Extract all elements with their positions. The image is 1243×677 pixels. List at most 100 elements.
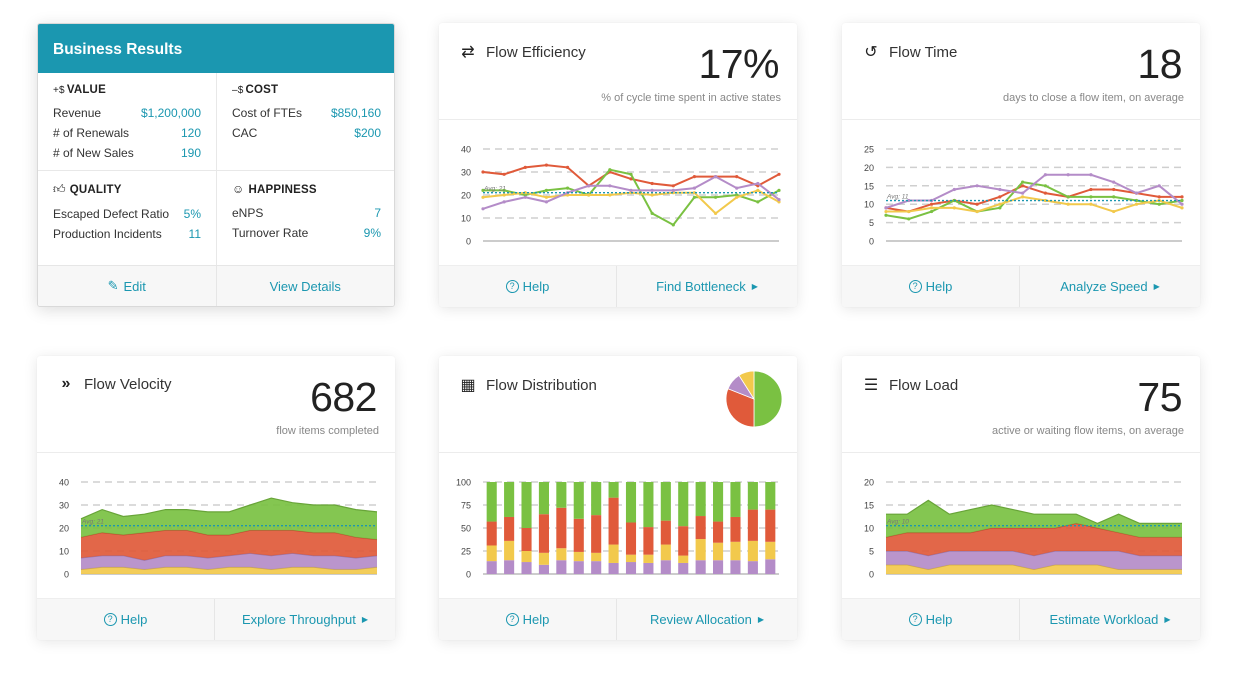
- y-tick-label: 0: [869, 570, 874, 580]
- card-title: Flow Time: [889, 43, 958, 61]
- cost-section: –$ COST Cost of FTEs $850,160 CAC $200: [217, 73, 394, 171]
- average-label: Avg: 21: [81, 519, 104, 526]
- data-point: [692, 186, 697, 190]
- data-point: [1089, 187, 1093, 192]
- data-point: [671, 223, 675, 227]
- y-tick-label: 15: [864, 181, 874, 191]
- y-tick-label: 20: [59, 524, 69, 534]
- bar-segment-green: [591, 482, 602, 516]
- bar-segment-purple: [625, 562, 637, 574]
- row-value: $850,160: [330, 106, 381, 120]
- metric-value: 17%: [698, 41, 779, 87]
- data-point: [998, 195, 1002, 199]
- bar-segment-yellow: [643, 554, 654, 563]
- bar-segment-red: [486, 521, 497, 546]
- data-point: [929, 202, 934, 206]
- y-tick-label: 30: [59, 501, 69, 511]
- help-button[interactable]: ? Help: [842, 266, 1020, 307]
- pie-slice-green: [753, 370, 783, 428]
- metric-value: 682: [310, 374, 377, 420]
- help-button[interactable]: ? Help: [37, 599, 215, 640]
- row-label: Escaped Defect Ratio: [53, 207, 170, 221]
- row-value: 7: [374, 206, 381, 220]
- cost-prefix: –$: [232, 85, 244, 96]
- data-point: [756, 181, 760, 186]
- edit-button[interactable]: ✎ Edit: [38, 266, 217, 306]
- y-tick-label: 0: [466, 237, 471, 247]
- help-button[interactable]: ? Help: [439, 266, 617, 307]
- average-label: Avg: 11: [886, 194, 909, 201]
- action-label: Analyze Speed: [1060, 279, 1148, 294]
- data-point: [523, 165, 527, 169]
- bar-segment-yellow: [556, 548, 567, 561]
- row-label: Revenue: [53, 106, 102, 120]
- data-point: [713, 195, 718, 199]
- help-label: Help: [522, 279, 550, 294]
- bar-segment-red: [730, 516, 741, 542]
- bar-segment-red: [660, 520, 671, 545]
- flow-distribution-card: ▦ Flow Distribution 0 25 50 75 100 ? Help Revi…: [439, 356, 797, 640]
- data-point: [1043, 173, 1047, 177]
- row-label: Production Incidents: [53, 227, 162, 241]
- y-tick-label: 10: [864, 524, 874, 534]
- data-point: [1112, 187, 1116, 192]
- stack-icon: ☰: [863, 377, 879, 394]
- data-point: [692, 175, 697, 179]
- bar-segment-yellow: [747, 540, 758, 562]
- metric-value: 18: [1137, 41, 1182, 87]
- bar-segment-yellow: [608, 544, 619, 563]
- help-button[interactable]: ? Help: [439, 599, 617, 640]
- data-point: [671, 184, 675, 188]
- bar-segment-green: [713, 482, 724, 522]
- y-tick-label: 10: [59, 547, 69, 557]
- data-point: [1134, 191, 1139, 195]
- card-title: Flow Load: [889, 376, 959, 394]
- estimate-workload-button[interactable]: Estimate Workload ▶: [1020, 599, 1200, 640]
- caret-right-icon: ▶: [1153, 282, 1160, 291]
- happiness-row: eNPS 7: [232, 203, 381, 223]
- bar-segment-yellow: [678, 555, 689, 563]
- data-point: [608, 168, 612, 172]
- data-point: [544, 195, 549, 199]
- data-point: [502, 193, 506, 197]
- business-results-title: Business Results: [38, 24, 394, 73]
- help-label: Help: [522, 612, 550, 627]
- data-point: [907, 217, 911, 221]
- bar-segment-yellow: [625, 554, 637, 563]
- bar-segment-red: [747, 509, 758, 541]
- help-button[interactable]: ? Help: [842, 599, 1020, 640]
- y-tick-label: 0: [64, 570, 69, 580]
- bar-segment-red: [573, 518, 584, 552]
- data-point: [565, 165, 570, 169]
- bar-segment-green: [730, 482, 741, 517]
- bar-segment-yellow: [730, 541, 741, 561]
- data-point: [587, 193, 591, 197]
- view-details-button[interactable]: View Details: [217, 266, 395, 306]
- data-point: [650, 211, 654, 215]
- flow-efficiency-card: ⇄ Flow Efficiency 17% % of cycle time spe…: [439, 23, 797, 307]
- bar-segment-green: [625, 482, 637, 523]
- y-tick-label: 50: [461, 524, 471, 534]
- data-point: [929, 209, 934, 214]
- review-allocation-button[interactable]: Review Allocation ▶: [617, 599, 797, 640]
- data-point: [884, 213, 888, 217]
- row-label: eNPS: [232, 206, 264, 220]
- bar-segment-green: [521, 482, 532, 528]
- data-point: [1112, 195, 1116, 199]
- bar-segment-purple: [556, 560, 567, 574]
- grid-icon: ▦: [460, 377, 476, 394]
- data-point: [1180, 202, 1184, 206]
- explore-throughput-button[interactable]: Explore Throughput ▶: [215, 599, 395, 640]
- data-point: [1180, 195, 1184, 199]
- caret-right-icon: ▶: [1164, 615, 1171, 624]
- analyze-speed-button[interactable]: Analyze Speed ▶: [1020, 266, 1200, 307]
- data-point: [975, 209, 979, 214]
- row-value: 11: [188, 227, 201, 241]
- bar-segment-yellow: [504, 540, 515, 561]
- y-tick-label: 20: [864, 163, 874, 173]
- y-tick-label: 10: [461, 214, 471, 224]
- find-bottleneck-button[interactable]: Find Bottleneck ▶: [617, 266, 797, 307]
- bar-segment-yellow: [713, 542, 724, 561]
- bar-segment-yellow: [538, 552, 549, 565]
- quality-row: Escaped Defect Ratio 5%: [53, 204, 201, 224]
